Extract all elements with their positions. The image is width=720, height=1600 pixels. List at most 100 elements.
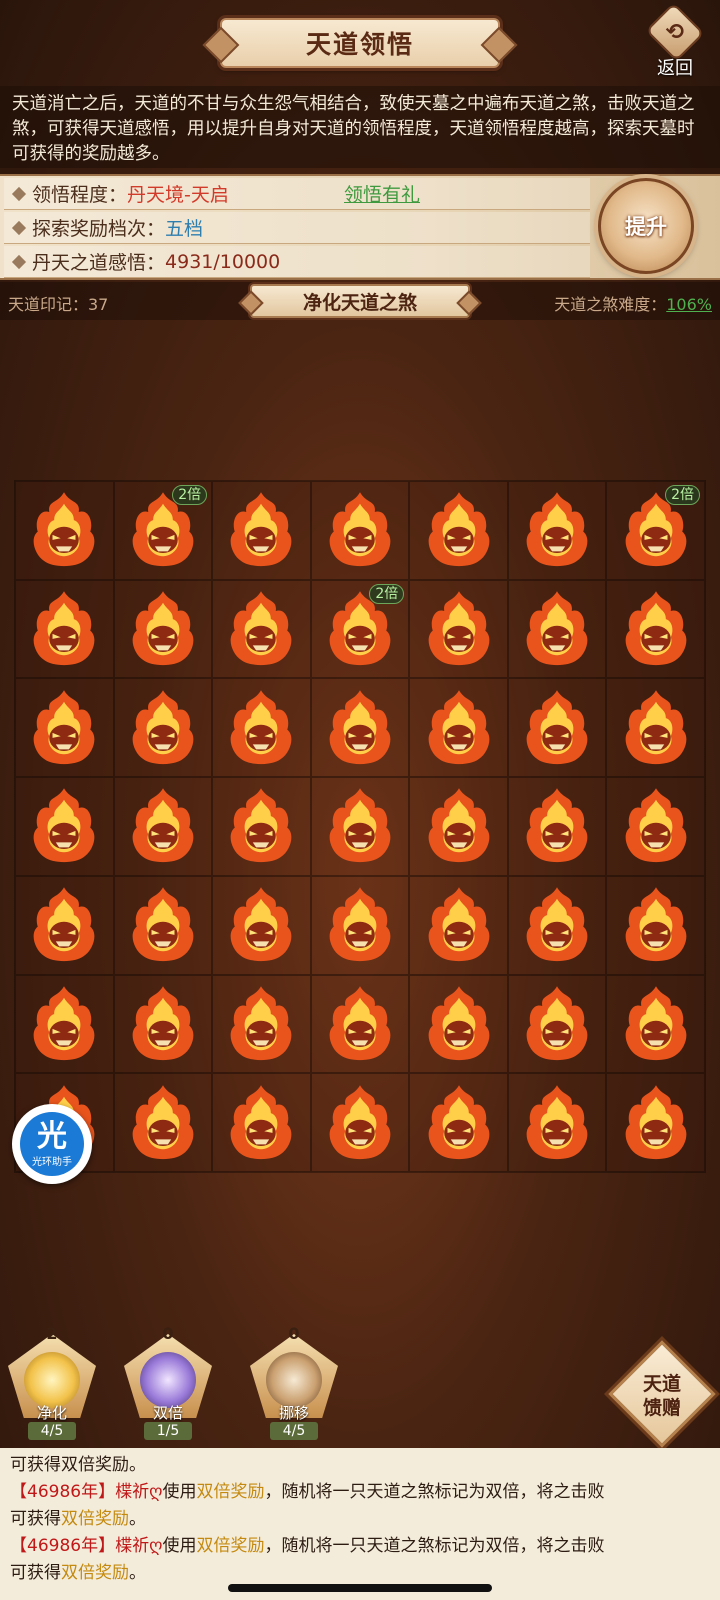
demon-cell[interactable] xyxy=(15,481,114,580)
demon-cell[interactable] xyxy=(310,481,410,580)
skill-count: 2 xyxy=(46,1324,58,1343)
demon-cell[interactable] xyxy=(409,1073,508,1172)
demon-cell[interactable] xyxy=(507,1073,607,1172)
fire-demon-icon xyxy=(526,986,588,1061)
comprehension-gift-link[interactable]: 领悟有礼 xyxy=(344,180,420,207)
demon-cell[interactable]: 2倍 xyxy=(113,481,213,580)
demon-cell[interactable] xyxy=(507,875,607,975)
demon-cell[interactable] xyxy=(310,974,410,1074)
demon-cell[interactable] xyxy=(606,1073,705,1172)
demon-cell[interactable] xyxy=(507,481,607,580)
skill-name: 挪移 xyxy=(278,1404,309,1422)
demon-cell[interactable] xyxy=(409,875,508,975)
skill-purify[interactable]: 2 净化 4/5 xyxy=(2,1324,102,1440)
difficulty-value[interactable]: 106% xyxy=(666,295,712,314)
fire-demon-icon xyxy=(231,1084,292,1159)
log-year: 【46986年】 xyxy=(10,1482,116,1502)
demon-cell[interactable] xyxy=(310,875,410,975)
event-log: 可获得双倍奖励。 【46986年】楪祈ღ使用双倍奖励，随机将一只天道之煞标记为双… xyxy=(0,1448,720,1600)
demon-cell[interactable] xyxy=(15,579,114,679)
heaven-gift-line2: 馈赠 xyxy=(642,1397,681,1419)
demon-cell[interactable] xyxy=(113,875,213,975)
intro-text: 天道消亡之后，天道的不甘与众生怨气相结合，致使天墓之中遍布天道之煞，击败天道之煞… xyxy=(0,86,720,168)
home-indicator[interactable] xyxy=(228,1584,492,1592)
demon-cell[interactable] xyxy=(507,974,607,1074)
log-text: 使用 xyxy=(162,1536,197,1556)
skill-shift[interactable]: 0 挪移 4/5 xyxy=(244,1324,344,1440)
double-badge: 2倍 xyxy=(172,485,208,505)
heaven-gift-label: 天道 馈赠 xyxy=(624,1366,700,1426)
demon-cell[interactable] xyxy=(113,974,213,1074)
skill-name: 净化 xyxy=(36,1404,67,1422)
demon-cell[interactable] xyxy=(310,777,410,876)
demon-cell[interactable] xyxy=(15,777,114,876)
demon-cell[interactable] xyxy=(113,678,213,778)
demon-cell[interactable] xyxy=(113,777,213,876)
back-button[interactable]: ⟲ 返回 xyxy=(642,2,708,80)
page-title: 天道领悟 xyxy=(305,30,414,59)
demon-cell[interactable] xyxy=(113,1073,213,1172)
fire-demon-icon xyxy=(428,788,489,863)
log-text: ，随机将一只天道之煞标记为双倍，将之击败 xyxy=(264,1536,605,1556)
log-user: 楪祈ღ xyxy=(115,1536,163,1556)
fire-demon-icon xyxy=(625,887,687,962)
reward-tier-row: 探索奖励档次： 五档 xyxy=(4,212,590,244)
demon-cell[interactable] xyxy=(606,678,705,778)
reward-tier-value: 五档 xyxy=(165,218,204,240)
demon-cell[interactable] xyxy=(310,678,410,778)
log-line: 可获得双倍奖励。 xyxy=(10,1455,146,1475)
demon-cell[interactable] xyxy=(409,481,508,580)
demon-cell[interactable] xyxy=(310,1073,410,1172)
demon-cell[interactable] xyxy=(409,974,508,1074)
demon-cell[interactable] xyxy=(212,678,311,778)
demon-cell[interactable] xyxy=(507,777,607,876)
demon-grid: 2倍 2倍 2倍 xyxy=(14,480,706,1173)
assistant-glyph: 光 xyxy=(37,1118,67,1154)
skill-double[interactable]: 0 双倍 1/5 xyxy=(118,1324,218,1440)
demon-cell[interactable] xyxy=(409,579,508,679)
upgrade-button[interactable]: 提升 xyxy=(598,178,694,274)
log-text: ，随机将一只天道之煞标记为双倍，将之击败 xyxy=(264,1482,605,1502)
assistant-floating-button[interactable]: 光 光环助手 xyxy=(12,1104,92,1184)
skill-uses: 1/5 xyxy=(144,1422,192,1440)
header: 天道领悟 ⟲ 返回 xyxy=(0,0,720,82)
fire-demon-icon xyxy=(329,887,391,962)
demon-cell[interactable] xyxy=(212,875,311,975)
purify-title-plate: 净化天道之煞 xyxy=(250,284,470,318)
demon-cell[interactable] xyxy=(212,974,311,1074)
assistant-icon: 光 光环助手 xyxy=(20,1112,84,1176)
upgrade-label: 提升 xyxy=(625,215,667,239)
demon-cell[interactable] xyxy=(212,1073,311,1172)
demon-cell[interactable] xyxy=(606,579,705,679)
demon-cell[interactable] xyxy=(606,875,705,975)
demon-cell[interactable]: 2倍 xyxy=(310,579,410,679)
demon-cell[interactable] xyxy=(212,777,311,876)
demon-cell[interactable] xyxy=(507,579,607,679)
comprehension-label: 领悟程度： xyxy=(32,184,128,206)
fire-demon-icon xyxy=(625,986,687,1061)
demon-cell[interactable]: 2倍 xyxy=(606,481,705,580)
demon-cell[interactable] xyxy=(212,579,311,679)
fire-demon-icon xyxy=(428,690,489,764)
demon-cell[interactable] xyxy=(15,875,114,975)
demon-cell[interactable] xyxy=(15,974,114,1074)
demon-cell[interactable] xyxy=(212,481,311,580)
demon-cell[interactable] xyxy=(606,974,705,1074)
sub-header: 天道印记：37 净化天道之煞 天道之煞难度：106% xyxy=(0,282,720,320)
demon-cell[interactable] xyxy=(409,777,508,876)
demon-cell[interactable] xyxy=(15,678,114,778)
demon-cell[interactable] xyxy=(113,579,213,679)
fire-demon-icon xyxy=(231,591,292,666)
demon-cell[interactable] xyxy=(507,678,607,778)
fire-demon-icon xyxy=(526,591,588,666)
fire-demon-icon xyxy=(428,492,489,567)
log-item: 双倍奖励 xyxy=(196,1536,265,1556)
fire-demon-icon xyxy=(33,887,95,962)
diamond-bullet-icon xyxy=(11,254,27,269)
fire-demon-icon xyxy=(625,788,687,863)
demon-cell[interactable] xyxy=(409,678,508,778)
purify-title: 净化天道之煞 xyxy=(302,291,417,314)
diamond-bullet-icon xyxy=(11,220,27,235)
fire-demon-icon xyxy=(526,788,588,863)
demon-cell[interactable] xyxy=(606,777,705,876)
